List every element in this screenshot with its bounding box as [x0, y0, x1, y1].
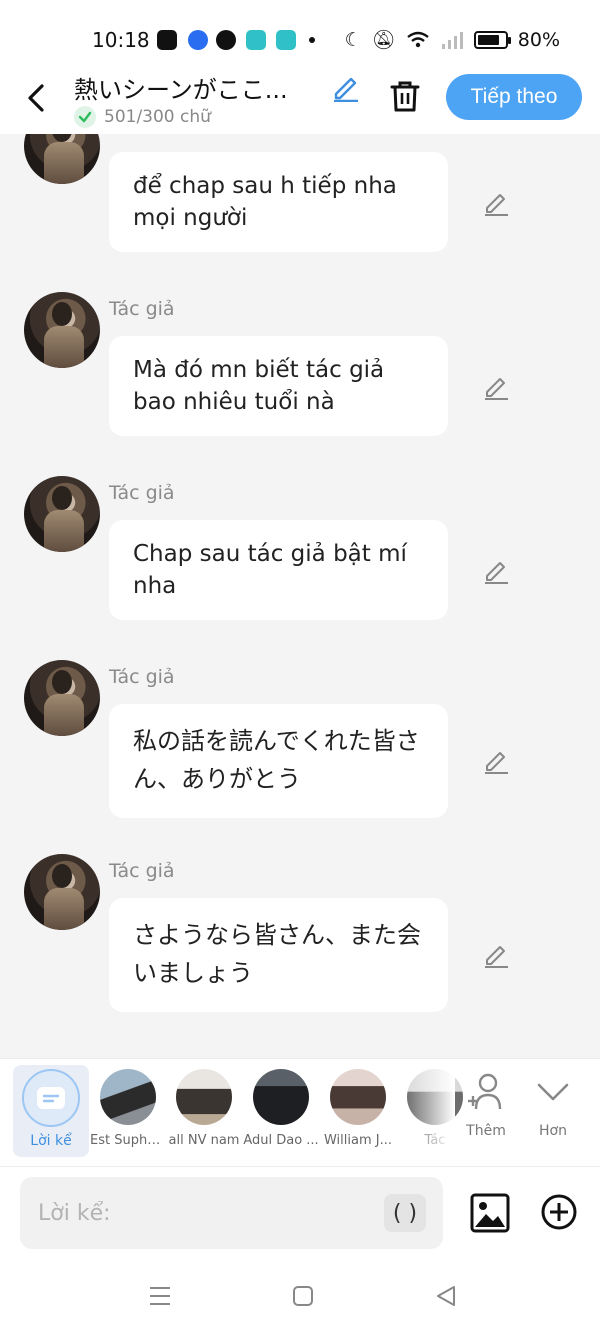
character-name: Est Supha...: [90, 1133, 166, 1148]
back-icon[interactable]: [434, 1284, 458, 1308]
signal-icon: [441, 31, 463, 49]
add-person-icon: [468, 1073, 502, 1110]
avatar[interactable]: [24, 660, 100, 736]
editor-header: 熱いシーンがここ... 501/300 chữ Tiếp theo: [0, 70, 600, 134]
battery-percent: 80%: [517, 28, 560, 51]
moon-icon: ☾: [344, 28, 362, 51]
avatar: [253, 1069, 309, 1125]
trash-icon[interactable]: [388, 78, 422, 114]
parenthesis-button[interactable]: ( ): [384, 1194, 426, 1232]
mute-icon: 🔕︎: [371, 29, 396, 51]
avatar[interactable]: [24, 292, 100, 368]
system-nav-bar: [0, 1260, 600, 1333]
character-item[interactable]: Est Supha...: [90, 1069, 166, 1148]
author-name: Tác giả: [109, 860, 175, 882]
message-bubble[interactable]: 私の話を読んでくれた皆さん、ありがとう: [109, 704, 448, 818]
character-item[interactable]: all NV nam: [166, 1069, 242, 1148]
avatar: [176, 1069, 232, 1125]
avatar[interactable]: [24, 854, 100, 930]
back-arrow-icon[interactable]: [22, 78, 52, 118]
add-icon[interactable]: [540, 1193, 578, 1231]
more-characters-label: Hơn: [539, 1123, 567, 1139]
word-count: 501/300 chữ: [104, 107, 211, 127]
narrator-icon: [22, 1069, 80, 1127]
story-title: 熱いシーンがここ...: [74, 76, 288, 104]
input-bar: ( ): [0, 1166, 600, 1260]
home-icon[interactable]: [291, 1284, 315, 1308]
avatar: [330, 1069, 386, 1125]
menu-icon[interactable]: [148, 1284, 172, 1308]
more-characters-button[interactable]: Hơn: [523, 1073, 583, 1139]
edit-message-icon[interactable]: [482, 188, 510, 216]
author-name: Tác giả: [109, 482, 175, 504]
shopping-cart-icon: [276, 30, 296, 50]
message-bubble[interactable]: さようなら皆さん、また会いましょう: [109, 898, 448, 1012]
next-button[interactable]: Tiếp theo: [446, 74, 582, 120]
character-name: all NV nam: [168, 1133, 240, 1148]
narration-input[interactable]: [20, 1177, 443, 1249]
shopping-cart-icon: [246, 30, 266, 50]
author-name: Tác giả: [109, 298, 175, 320]
avatar[interactable]: [24, 134, 100, 184]
message-bubble[interactable]: để chap sau h tiếp nha mọi người: [109, 152, 448, 252]
character-item[interactable]: Adul Dao ...: [243, 1069, 319, 1148]
chat-area[interactable]: để chap sau h tiếp nha mọi người Tác giả…: [0, 134, 600, 1058]
character-bar: Lời kể Est Supha... all NV nam Adul Dao …: [0, 1058, 600, 1167]
message-bubble[interactable]: Mà đó mn biết tác giả bao nhiêu tuổi nà: [109, 336, 448, 436]
more-notifications-icon: [309, 37, 315, 43]
edit-message-icon[interactable]: [482, 746, 510, 774]
edit-message-icon[interactable]: [482, 556, 510, 584]
character-narrator[interactable]: Lời kể: [13, 1065, 89, 1157]
avatar[interactable]: [24, 476, 100, 552]
status-indicators: ☾ 🔕︎ 80%: [344, 28, 560, 52]
character-name: Lời kể: [30, 1133, 72, 1149]
character-item[interactable]: William J...: [320, 1069, 396, 1148]
chevron-down-icon: [537, 1083, 569, 1101]
character-name: William J...: [323, 1133, 392, 1148]
wifi-icon: [407, 31, 429, 47]
image-icon[interactable]: [470, 1193, 510, 1233]
status-bar: 10:18 ☾ 🔕︎ 80%: [0, 0, 600, 70]
status-time: 10:18: [92, 28, 150, 52]
app-notification-icon: [157, 30, 177, 50]
check-icon: [74, 106, 96, 128]
battery-icon: [473, 30, 511, 49]
app-notification-icon: [188, 30, 208, 50]
scroll-fade: [405, 1059, 455, 1167]
pinterest-icon: [216, 30, 236, 50]
word-count-row: 501/300 chữ: [74, 106, 211, 128]
message-bubble[interactable]: Chap sau tác giả bật mí nha: [109, 520, 448, 620]
add-character-button[interactable]: Thêm: [456, 1073, 516, 1139]
character-name: Adul Dao ...: [243, 1133, 319, 1148]
edit-message-icon[interactable]: [482, 372, 510, 400]
edit-message-icon[interactable]: [482, 940, 510, 968]
avatar: [100, 1069, 156, 1125]
author-name: Tác giả: [109, 666, 175, 688]
add-character-label: Thêm: [466, 1123, 506, 1139]
edit-title-icon[interactable]: [330, 72, 360, 102]
